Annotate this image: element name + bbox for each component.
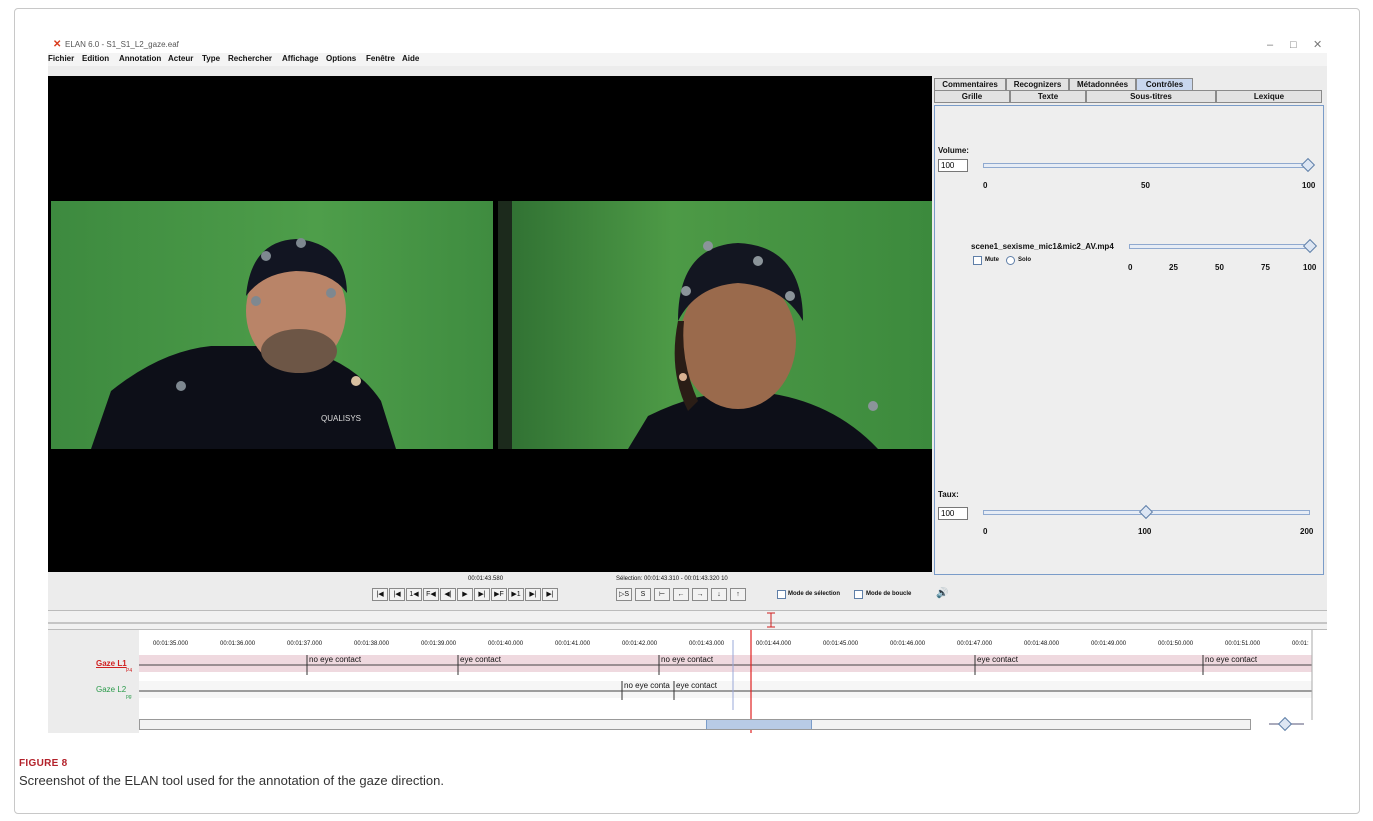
selection-button-5[interactable]: → [692, 588, 708, 601]
volume-label: Volume: [938, 146, 969, 155]
transport-button-2[interactable]: |◀ [389, 588, 405, 601]
menu-options[interactable]: Options [326, 54, 356, 63]
selection-button-1[interactable]: ▷S [616, 588, 632, 601]
tab-texte[interactable]: Texte [1010, 90, 1086, 103]
current-time: 00:01:43.580 [468, 576, 504, 582]
menu-aide[interactable]: Aide [402, 54, 419, 63]
rate-tick-100: 100 [1138, 527, 1152, 536]
media-tick-75: 75 [1261, 263, 1270, 272]
transport-button-6[interactable]: ▶ [457, 588, 473, 601]
selection-button-3[interactable]: ⊢ [654, 588, 670, 601]
volume-slider[interactable] [983, 163, 1310, 168]
video-left-camera: QUALISYS [51, 201, 493, 449]
timeline-scrollbar[interactable] [139, 719, 1251, 730]
transport-button-11[interactable]: ▶| [542, 588, 558, 601]
rate-slider-thumb[interactable] [1138, 504, 1153, 520]
controls-panel: Volume: 100 0 50 100 scene1_sexisme_mic1… [934, 105, 1324, 575]
selection-button-7[interactable]: ↑ [730, 588, 746, 601]
transport-button-7[interactable]: ▶| [474, 588, 490, 601]
selection-button-6[interactable]: ↓ [711, 588, 727, 601]
media-volume-slider[interactable] [1129, 244, 1312, 249]
media-tick-100: 100 [1303, 263, 1317, 272]
menu-bar: Fichier Edition Annotation Acteur Type R… [48, 53, 1327, 66]
video-viewer[interactable]: QUALISYS [48, 76, 932, 572]
elan-logo-icon: ✕ [53, 39, 62, 50]
close-button[interactable]: ✕ [1313, 38, 1322, 53]
transport-button-4[interactable]: F◀ [423, 588, 439, 601]
volume-tick-0: 0 [983, 181, 988, 190]
title-bar: ✕ ELAN 6.0 - S1_S1_L2_gaze.eaf – □ ✕ [48, 38, 1327, 53]
person-left-image: QUALISYS [91, 238, 396, 449]
transport-button-10[interactable]: ▶| [525, 588, 541, 601]
maximize-button[interactable]: □ [1290, 38, 1297, 53]
timeline-overlay [139, 630, 1313, 733]
media-tick-25: 25 [1169, 263, 1178, 272]
volume-slider-thumb[interactable] [1300, 157, 1316, 173]
timeline-scroll-thumb[interactable] [706, 720, 812, 729]
volume-tick-50: 50 [1141, 181, 1150, 190]
media-tick-0: 0 [1128, 263, 1133, 272]
selection-range: Sélection: 00:01:43.310 - 00:01:43.320 1… [616, 576, 728, 582]
ruler-ticks [48, 612, 1327, 628]
media-volume-thumb[interactable] [1302, 238, 1318, 254]
menu-acteur[interactable]: Acteur [168, 54, 193, 63]
person-right-image [498, 201, 878, 449]
transport-button-1[interactable]: |◀ [372, 588, 388, 601]
timeline-ruler[interactable] [48, 610, 1327, 630]
menu-fenetre[interactable]: Fenêtre [366, 54, 395, 63]
volume-tick-100: 100 [1302, 181, 1316, 190]
transport-button-8[interactable]: ▶F [491, 588, 507, 601]
menu-affichage[interactable]: Affichage [282, 54, 318, 63]
rate-input[interactable]: 100 [938, 507, 968, 520]
rate-tick-200: 200 [1300, 527, 1314, 536]
menu-fichier[interactable]: Fichier [48, 54, 74, 63]
menu-type[interactable]: Type [202, 54, 220, 63]
annotation-timeline[interactable]: Gaze L1 P4 Gaze L2 pg 00:01:35.000 00:01:… [48, 630, 1327, 733]
rate-tick-0: 0 [983, 527, 988, 536]
volume-input[interactable]: 100 [938, 159, 968, 172]
transport-button-5[interactable]: ◀| [440, 588, 456, 601]
mute-checkbox[interactable] [973, 256, 982, 265]
menu-annotation[interactable]: Annotation [119, 54, 161, 63]
overlay-brand-text: QUALISYS [321, 414, 361, 423]
figure-label: FIGURE 8 [19, 758, 68, 769]
menu-edition[interactable]: Edition [82, 54, 109, 63]
transport-button-9[interactable]: ▶1 [508, 588, 524, 601]
media-tick-50: 50 [1215, 263, 1224, 272]
figure-caption: Screenshot of the ELAN tool used for the… [19, 773, 444, 788]
window-title: ELAN 6.0 - S1_S1_L2_gaze.eaf [65, 40, 179, 49]
tab-grille[interactable]: Grille [934, 90, 1010, 103]
speaker-icon[interactable]: 🔊 [936, 588, 948, 599]
solo-radio[interactable] [1006, 256, 1015, 265]
menu-rechercher[interactable]: Rechercher [228, 54, 272, 63]
media-file-label: scene1_sexisme_mic1&mic2_AV.mp4 [971, 242, 1114, 251]
video-right-camera [498, 201, 932, 449]
selection-mode-label: Mode de sélection [788, 591, 841, 597]
solo-label: Solo [1018, 257, 1031, 263]
transport-button-3[interactable]: 1◀ [406, 588, 422, 601]
selection-button-4[interactable]: ← [673, 588, 689, 601]
tab-sous-titres[interactable]: Sous-titres [1086, 90, 1216, 103]
mute-label: Mute [985, 257, 999, 263]
minimize-button[interactable]: – [1267, 38, 1273, 53]
loop-mode-checkbox[interactable] [854, 590, 863, 599]
rate-label: Taux: [938, 490, 959, 499]
loop-mode-label: Mode de boucle [866, 591, 912, 597]
elan-window: ✕ ELAN 6.0 - S1_S1_L2_gaze.eaf – □ ✕ Fic… [48, 38, 1327, 733]
selection-mode-checkbox[interactable] [777, 590, 786, 599]
selection-button-2[interactable]: S [635, 588, 651, 601]
tab-lexique[interactable]: Lexique [1216, 90, 1322, 103]
